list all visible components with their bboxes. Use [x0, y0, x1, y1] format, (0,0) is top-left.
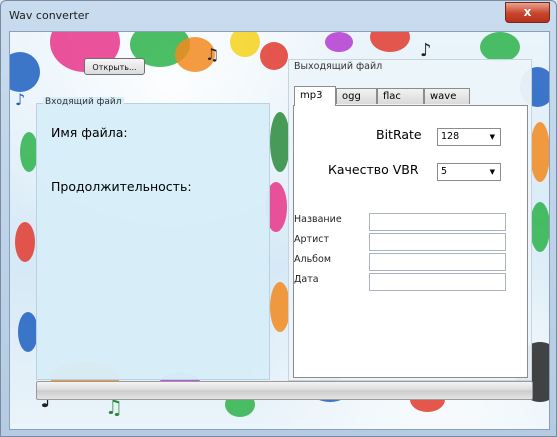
chevron-down-icon: ▼ — [489, 133, 495, 141]
bitrate-label: BitRate — [376, 127, 422, 142]
bitrate-select[interactable]: 128 ▼ — [437, 128, 501, 146]
output-file-group: Выходящий файл mp3 ogg flac wave BitRate… — [288, 59, 532, 381]
main-window: Wav converter x ♫ ♪ ♫ ♪ Открыть... Входя… — [0, 0, 557, 437]
date-field[interactable] — [369, 273, 506, 291]
chevron-down-icon: ▼ — [489, 168, 495, 176]
title-bar[interactable]: Wav converter x — [1, 1, 556, 31]
window-title: Wav converter — [9, 9, 90, 22]
album-field-label: Альбом — [294, 254, 332, 265]
tab-mp3[interactable]: mp3 — [294, 86, 336, 106]
close-icon: x — [523, 5, 532, 19]
client-area: ♪ ♫ ♪ ♫ ♪ Открыть... Входящий файл Имя ф… — [9, 31, 550, 430]
duration-label: Продолжительность: — [51, 179, 192, 194]
input-file-legend: Входящий файл — [43, 97, 124, 107]
conversion-progress-bar — [36, 381, 533, 400]
open-file-button[interactable]: Открыть... — [84, 58, 145, 75]
vbr-quality-label: Качество VBR — [328, 162, 419, 177]
input-file-group: Входящий файл Имя файла: Продолжительнос… — [36, 97, 270, 380]
date-field-label: Дата — [294, 274, 319, 285]
tab-wave[interactable]: wave — [424, 88, 470, 104]
title-field[interactable] — [369, 213, 506, 231]
close-button[interactable]: x — [505, 2, 550, 23]
filename-label: Имя файла: — [51, 125, 128, 140]
mp3-tab-page: BitRate 128 ▼ Качество VBR 5 ▼ Название … — [293, 105, 528, 378]
tab-flac[interactable]: flac — [377, 88, 424, 104]
vbr-quality-select[interactable]: 5 ▼ — [437, 163, 501, 181]
vbr-quality-value: 5 — [441, 166, 448, 177]
artist-field[interactable] — [369, 233, 506, 251]
bitrate-value: 128 — [441, 131, 460, 142]
tab-ogg[interactable]: ogg — [336, 88, 377, 104]
output-file-legend: Выходящий файл — [294, 61, 383, 72]
album-field[interactable] — [369, 253, 506, 271]
title-field-label: Название — [294, 214, 342, 225]
artist-field-label: Артист — [294, 234, 329, 245]
